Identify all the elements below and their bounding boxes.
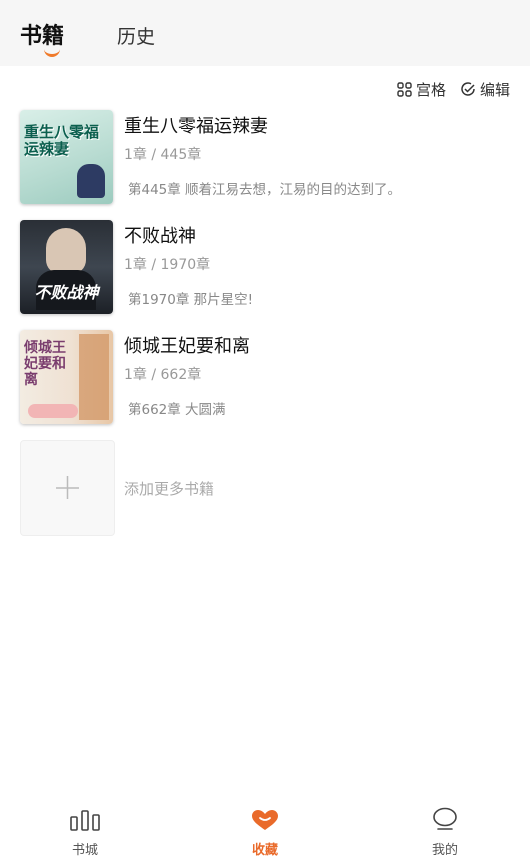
grid-view-button[interactable]: 宫格 (397, 79, 446, 100)
active-tab-indicator (44, 48, 60, 57)
book-latest-chapter: 第662章 大圆满 (128, 402, 226, 418)
book-title: 不败战神 (124, 226, 196, 247)
cover-title-text: 倾城王妃要和离 (24, 340, 66, 388)
nav-bookstore[interactable]: 书城 (45, 809, 125, 858)
shelf-toolbar: 宫格 编辑 (397, 78, 510, 100)
cover-title-text: 不败战神 (34, 283, 99, 302)
add-book-button[interactable] (20, 440, 115, 536)
tab-books[interactable]: 书籍 (20, 18, 64, 50)
cover-figure (46, 228, 86, 274)
book-item[interactable]: 倾城王妃要和离 倾城王妃要和离 1章 / 662章 第662章 大圆满 (20, 330, 510, 426)
check-circle-icon (461, 82, 475, 96)
book-cover: 不败战神 (20, 220, 113, 314)
top-tab-bar: 书籍 历史 (0, 0, 530, 66)
nav-label: 书城 (71, 843, 98, 858)
grid-icon (397, 81, 412, 97)
book-item[interactable]: 不败战神 不败战神 1章 / 1970章 第1970章 那片星空! (20, 220, 510, 316)
add-more-books-label[interactable]: 添加更多书籍 (124, 478, 214, 499)
grid-view-label: 宫格 (415, 80, 446, 99)
book-latest-chapter: 第1970章 那片星空! (128, 292, 254, 308)
edit-label: 编辑 (479, 80, 510, 99)
edit-button[interactable]: 编辑 (460, 79, 510, 100)
nav-favorites[interactable]: 收藏 (225, 809, 305, 858)
bar-chart-icon (70, 810, 100, 831)
chat-bubble-icon (433, 807, 457, 830)
book-item[interactable]: 重生八零福运辣妻 重生八零福运辣妻 1章 / 445章 第445章 顺着江易去想… (20, 110, 510, 206)
book-latest-chapter: 第445章 顺着江易去想，江易的目的达到了。 (128, 182, 402, 198)
nav-label: 收藏 (251, 843, 278, 858)
book-progress: 1章 / 445章 (124, 147, 202, 163)
nav-label: 我的 (431, 843, 458, 858)
book-cover: 倾城王妃要和离 (20, 330, 113, 424)
bottom-navigation: 书城 收藏 我的 (0, 798, 530, 860)
cover-title-text: 重生八零福运辣妻 (24, 123, 100, 158)
book-progress: 1章 / 1970章 (124, 257, 211, 273)
nav-profile[interactable]: 我的 (405, 807, 485, 858)
tab-history[interactable]: 历史 (117, 22, 155, 49)
book-progress: 1章 / 662章 (124, 367, 202, 383)
book-cover: 重生八零福运辣妻 (20, 110, 113, 204)
plus-icon (56, 476, 79, 499)
cover-figure (77, 164, 105, 198)
book-title: 重生八零福运辣妻 (124, 116, 268, 137)
heart-icon (252, 810, 278, 830)
book-title: 倾城王妃要和离 (124, 336, 250, 357)
